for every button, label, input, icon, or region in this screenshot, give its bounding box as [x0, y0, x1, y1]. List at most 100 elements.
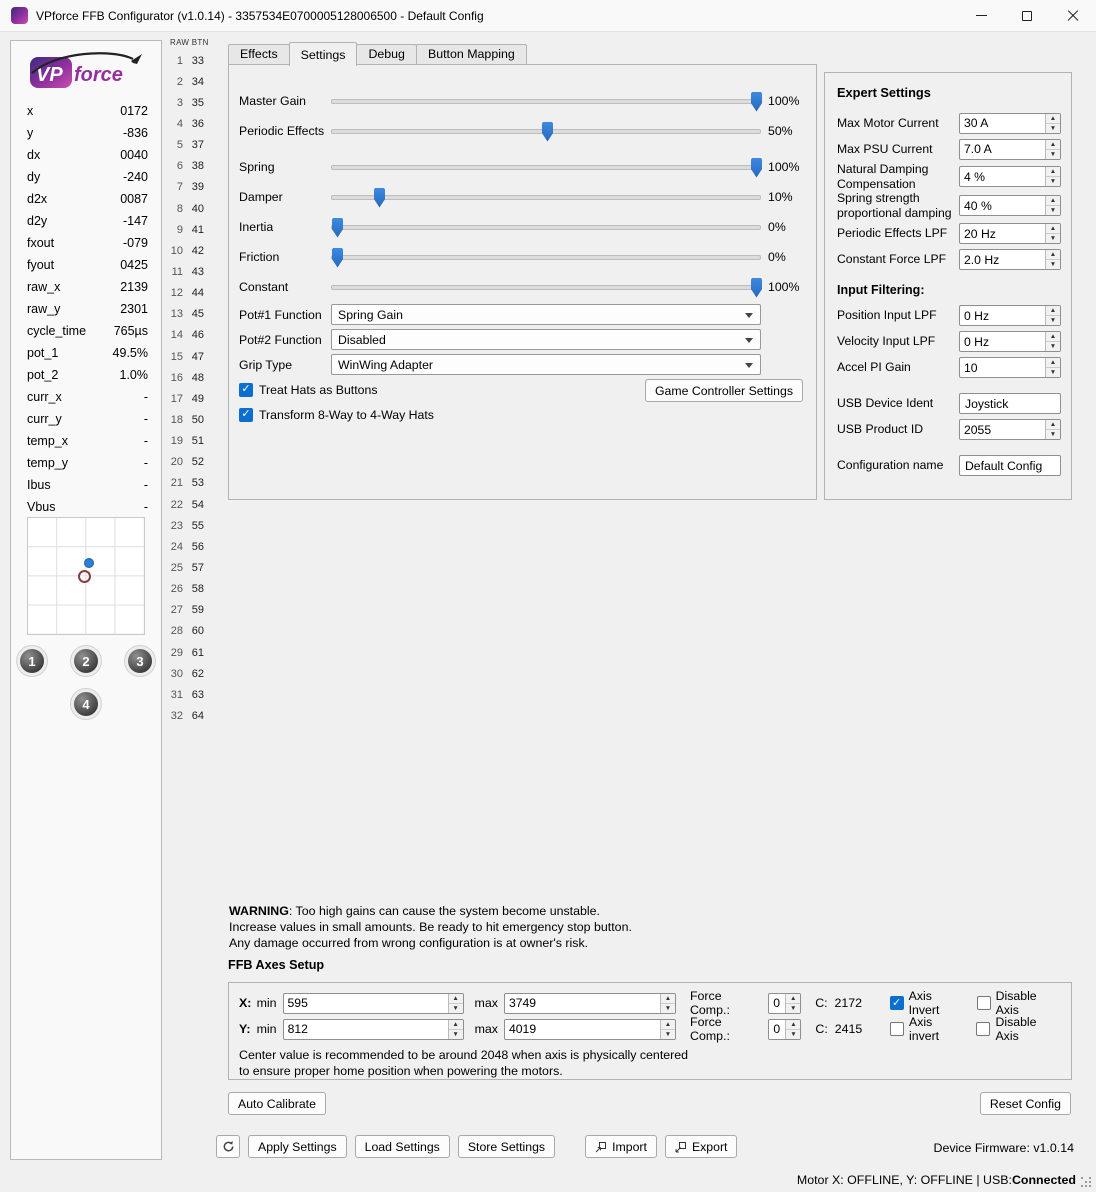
spin-up-button[interactable]: ▲ — [1046, 250, 1060, 261]
tab-button-mapping[interactable]: Button Mapping — [415, 44, 527, 64]
export-button[interactable]: Export — [664, 1135, 738, 1158]
tab-settings[interactable]: Settings — [288, 42, 358, 66]
profile-button-4[interactable]: 4 — [70, 688, 102, 720]
spin-down-button[interactable]: ▼ — [1046, 368, 1060, 378]
spin-up-button[interactable]: ▲ — [661, 1019, 675, 1030]
spin-value: 0 Hz — [964, 308, 990, 323]
spin-down-button[interactable]: ▼ — [661, 1029, 675, 1039]
spring-strength-proportional-damping-spinbox[interactable]: 40 % ▲ ▼ — [959, 195, 1061, 217]
profile-button-1[interactable]: 1 — [16, 645, 48, 677]
periodic-effects-lpf-spinbox[interactable]: 20 Hz ▲ ▼ — [959, 223, 1061, 245]
slider-handle[interactable] — [332, 217, 343, 238]
slider-handle[interactable] — [751, 277, 762, 298]
x-force-comp-spinbox[interactable]: 0 ▲ ▼ — [768, 992, 802, 1014]
configuration-name-input[interactable]: Default Config — [959, 455, 1061, 477]
accel-pi-gain-spinbox[interactable]: 10 ▲ ▼ — [959, 357, 1061, 379]
x-disable-axis-checkbox[interactable] — [976, 996, 991, 1010]
slider-handle[interactable] — [751, 157, 762, 178]
y-max-spinbox[interactable]: 4019 ▲ ▼ — [504, 1018, 676, 1040]
slider-handle[interactable] — [332, 247, 343, 268]
max-psu-current-spinbox[interactable]: 7.0 A ▲ ▼ — [959, 138, 1061, 160]
spin-up-button[interactable]: ▲ — [1046, 332, 1060, 343]
expert-label: Velocity Input LPF — [837, 334, 936, 349]
spin-up-button[interactable]: ▲ — [448, 993, 463, 1004]
profile-button-label: 2 — [74, 649, 98, 673]
slider-handle[interactable] — [374, 187, 385, 208]
y-axis-invert-checkbox[interactable] — [890, 1022, 905, 1036]
constant-slider[interactable] — [331, 277, 762, 298]
refresh-button[interactable] — [216, 1135, 240, 1158]
spin-down-button[interactable]: ▼ — [1046, 149, 1060, 159]
spin-down-button[interactable]: ▼ — [448, 1003, 463, 1013]
tab-debug[interactable]: Debug — [356, 44, 417, 64]
load-settings-button[interactable]: Load Settings — [354, 1135, 450, 1158]
expert-row: Position Input LPF 0 Hz ▲ ▼ — [835, 303, 1061, 329]
x-axis-invert-checkbox[interactable]: ✓ — [889, 996, 904, 1010]
pot-1-function-dropdown[interactable]: Spring Gain — [331, 304, 761, 325]
spin-up-button[interactable]: ▲ — [1046, 113, 1060, 124]
y-force-comp-spinbox[interactable]: 0 ▲ ▼ — [768, 1018, 802, 1040]
master-gain-slider[interactable] — [331, 91, 762, 112]
spin-up-button[interactable]: ▲ — [1046, 224, 1060, 235]
spin-up-button[interactable]: ▲ — [1046, 420, 1060, 431]
spin-down-button[interactable]: ▼ — [1046, 234, 1060, 244]
inertia-slider[interactable] — [331, 217, 761, 238]
pot-2-function-dropdown[interactable]: Disabled — [331, 329, 761, 350]
max-motor-current-spinbox[interactable]: 30 A ▲ ▼ — [959, 112, 1061, 134]
spin-down-button[interactable]: ▼ — [1046, 177, 1060, 187]
y-min-spinbox[interactable]: 812 ▲ ▼ — [282, 1018, 464, 1040]
close-button[interactable] — [1050, 0, 1096, 31]
minimize-button[interactable] — [958, 0, 1004, 31]
spin-down-button[interactable]: ▼ — [1046, 430, 1060, 440]
profile-button-2[interactable]: 2 — [70, 645, 102, 677]
game-controller-settings-button[interactable]: Game Controller Settings — [644, 379, 803, 402]
spin-down-button[interactable]: ▼ — [1046, 260, 1060, 270]
spin-up-button[interactable]: ▲ — [1046, 196, 1060, 207]
periodic-effects-slider[interactable] — [331, 121, 761, 142]
apply-settings-button[interactable]: Apply Settings — [248, 1135, 347, 1158]
import-button[interactable]: Import — [585, 1135, 657, 1158]
spin-down-button[interactable]: ▼ — [786, 1003, 801, 1013]
grip-type-dropdown[interactable]: WinWing Adapter — [331, 354, 761, 375]
spin-up-button[interactable]: ▲ — [1046, 167, 1060, 178]
constant-force-lpf-spinbox[interactable]: 2.0 Hz ▲ ▼ — [959, 249, 1061, 271]
resize-grip[interactable] — [1081, 1177, 1093, 1189]
spin-down-button[interactable]: ▼ — [1046, 123, 1060, 133]
spin-down-button[interactable]: ▼ — [448, 1029, 463, 1039]
treat-hats-as-buttons-checkbox[interactable]: ✓ — [239, 382, 253, 397]
spin-up-button[interactable]: ▲ — [1046, 358, 1060, 369]
bottom-toolbar: Apply Settings Load Settings Store Setti… — [216, 1135, 738, 1158]
usb-device-ident-input[interactable]: Joystick — [959, 393, 1061, 415]
spin-down-button[interactable]: ▼ — [1046, 316, 1060, 326]
spin-down-button[interactable]: ▼ — [786, 1029, 801, 1039]
maximize-button[interactable] — [1004, 0, 1050, 31]
spin-down-button[interactable]: ▼ — [1046, 206, 1060, 216]
reset-config-button[interactable]: Reset Config — [979, 1092, 1071, 1115]
velocity-input-lpf-spinbox[interactable]: 0 Hz ▲ ▼ — [959, 331, 1061, 353]
x-max-spinbox[interactable]: 3749 ▲ ▼ — [503, 992, 676, 1014]
slider-handle[interactable] — [751, 91, 762, 112]
spin-down-button[interactable]: ▼ — [660, 1003, 675, 1013]
transform-8-way-to-4-way-hats-checkbox[interactable]: ✓ — [239, 407, 253, 422]
spin-up-button[interactable]: ▲ — [660, 993, 675, 1004]
spring-slider[interactable] — [331, 157, 762, 178]
spin-up-button[interactable]: ▲ — [448, 1019, 463, 1030]
auto-calibrate-button[interactable]: Auto Calibrate — [228, 1092, 326, 1115]
spin-down-button[interactable]: ▼ — [1046, 342, 1060, 352]
spin-up-button[interactable]: ▲ — [1046, 306, 1060, 317]
natural-damping-compensation-spinbox[interactable]: 4 % ▲ ▼ — [959, 166, 1061, 188]
x-min-spinbox[interactable]: 595 ▲ ▼ — [282, 992, 464, 1014]
slider-handle[interactable] — [542, 121, 553, 142]
spin-up-button[interactable]: ▲ — [786, 1019, 801, 1030]
tab-effects[interactable]: Effects — [228, 44, 290, 64]
store-settings-button[interactable]: Store Settings — [457, 1135, 556, 1158]
position-input-lpf-spinbox[interactable]: 0 Hz ▲ ▼ — [959, 305, 1061, 327]
spin-up-button[interactable]: ▲ — [1046, 139, 1060, 150]
friction-slider[interactable] — [331, 247, 761, 268]
spin-up-button[interactable]: ▲ — [786, 993, 801, 1004]
usb-product-id-spinbox[interactable]: 2055 ▲ ▼ — [959, 419, 1061, 441]
raw-btn-number: 33 — [191, 54, 204, 67]
y-disable-axis-checkbox[interactable] — [976, 1022, 991, 1036]
damper-slider[interactable] — [331, 187, 761, 208]
profile-button-3[interactable]: 3 — [124, 645, 156, 677]
